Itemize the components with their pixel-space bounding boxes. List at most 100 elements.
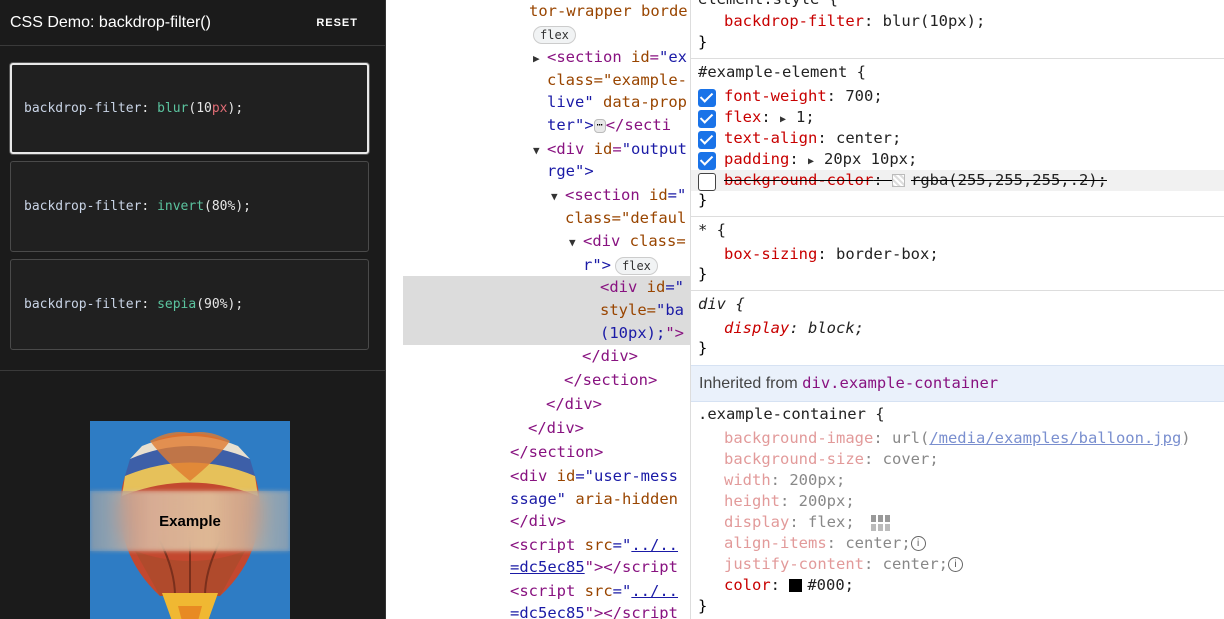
choice-blur[interactable]: backdrop-filter: blur(10 px); [10, 63, 369, 154]
expand-triangle-icon[interactable]: ▶ [780, 109, 796, 130]
inherited-selector-link[interactable]: div.example-container [802, 374, 998, 392]
style-property[interactable]: text-align: center; [724, 128, 901, 149]
property-name[interactable]: background-color [724, 171, 873, 189]
inherited-property[interactable]: width: 200px; [724, 470, 845, 491]
property-name[interactable]: flex [724, 108, 761, 126]
collapse-triangle-icon[interactable]: ▼ [569, 232, 583, 254]
property-name[interactable]: backdrop-filter [724, 12, 864, 30]
tree-line[interactable]: r"> flex [583, 254, 658, 276]
inherited-from-bar: Inherited from div.example-container [691, 365, 1224, 402]
style-property[interactable]: box-sizing: border-box; [724, 244, 939, 265]
rule-close: } [698, 33, 708, 51]
inherited-property[interactable]: height: 200px; [724, 491, 855, 512]
property-value[interactable]: border-box; [836, 245, 939, 263]
property-value[interactable]: 20px 10px; [824, 150, 917, 168]
balloon-image-link[interactable]: /media/examples/balloon.jpg [929, 429, 1181, 447]
tree-tag: </div> [510, 512, 566, 530]
property-checkbox[interactable] [698, 89, 716, 107]
property-name[interactable]: padding [724, 150, 789, 168]
property-checkbox[interactable] [698, 110, 716, 128]
styles-pane: element.style { backdrop-filter: blur(10… [690, 0, 1224, 619]
style-property-disabled[interactable]: background-color: rgba(255,255,255,.2); [724, 170, 1107, 191]
inherited-property[interactable]: background-size: cover; [724, 449, 939, 470]
color-swatch-icon[interactable] [891, 174, 905, 187]
property-value[interactable]: blur(10px); [883, 12, 986, 30]
script-src-link[interactable]: ../.. [631, 582, 678, 600]
property-name[interactable]: font-weight [724, 87, 827, 105]
tree-line-selected[interactable]: style="ba [600, 299, 684, 321]
flexbox-editor-icon[interactable] [870, 514, 892, 532]
choice-sepia[interactable]: backdrop-filter: sepia(90%); [10, 259, 369, 350]
property-checkbox[interactable] [698, 152, 716, 170]
script-src-link[interactable]: =dc5ec85 [510, 558, 585, 576]
rule-selector[interactable]: * { [698, 220, 726, 241]
property-name[interactable]: text-align [724, 129, 817, 147]
tree-line[interactable]: rge"> [547, 160, 594, 182]
tree-line[interactable]: </section> [564, 369, 657, 391]
panel-gap [386, 0, 403, 619]
tree-line[interactable]: =dc5ec85"></script [510, 556, 678, 578]
style-property[interactable]: font-weight: 700; [724, 86, 883, 107]
style-property[interactable]: flex: ▶ 1; [724, 107, 815, 128]
tree-line[interactable]: </section> [510, 441, 603, 463]
tree-line[interactable]: live" data-prop [547, 91, 687, 113]
tree-line[interactable]: ter"> ⋯ </secti [547, 114, 671, 136]
script-src-link[interactable]: =dc5ec85 [510, 604, 585, 619]
tree-line[interactable]: </div> [582, 345, 638, 367]
rule-selector[interactable]: #example-element { [698, 62, 866, 83]
reset-button[interactable]: RESET [316, 17, 358, 29]
choice-invert[interactable]: backdrop-filter: invert(80%); [10, 161, 369, 252]
flex-badge[interactable]: flex [533, 25, 576, 44]
rule-selector[interactable]: .example-container { [698, 404, 885, 425]
tree-val: ="user-mess [575, 467, 678, 485]
inherited-property[interactable]: justify-content: center; i [724, 554, 963, 575]
rule-selector: div { [698, 295, 745, 313]
inherited-property[interactable]: align-items: center; i [724, 533, 926, 554]
flex-badge[interactable]: flex [615, 256, 658, 275]
property-name[interactable]: box-sizing [724, 245, 817, 263]
property-value[interactable]: rgba(255,255,255,.2); [911, 171, 1107, 189]
tree-line[interactable]: class="example- [547, 69, 687, 91]
tree-line[interactable]: ▼ <div id="output [533, 138, 687, 160]
info-icon[interactable]: i [910, 536, 926, 551]
tree-line[interactable]: ▶ <section id="ex [533, 46, 687, 68]
property-checkbox[interactable] [698, 131, 716, 149]
inherited-property[interactable]: color: #000; [724, 575, 854, 596]
property-value[interactable]: 1; [796, 108, 815, 126]
tree-line[interactable]: tor-wrapper borde [529, 0, 688, 22]
style-property[interactable]: padding: ▶ 20px 10px; [724, 149, 917, 170]
expand-triangle-icon[interactable]: ▶ [533, 48, 547, 70]
color-swatch-icon[interactable] [789, 579, 803, 592]
tree-line[interactable]: <script src="../.. [510, 580, 678, 602]
choice-num: 80 [211, 199, 228, 214]
style-property[interactable]: backdrop-filter: blur(10px); [724, 11, 985, 32]
collapse-triangle-icon[interactable]: ▼ [551, 186, 565, 208]
ellipsis-icon[interactable]: ⋯ [593, 118, 606, 133]
property-value[interactable]: 700; [845, 87, 882, 105]
example-text: Example [159, 512, 221, 530]
tree-attr: style= [600, 301, 656, 319]
tree-line[interactable]: </div> [510, 510, 566, 532]
inherited-property[interactable]: display: flex; [724, 512, 892, 533]
collapse-triangle-icon[interactable]: ▼ [533, 140, 547, 162]
property-value[interactable]: center; [836, 129, 901, 147]
tree-line-selected[interactable]: <div id=" [600, 276, 684, 298]
tree-line[interactable]: ▼ <section id=" [551, 184, 686, 206]
tree-line[interactable]: </div> [528, 417, 584, 439]
inherited-property[interactable]: background-image: url(/media/examples/ba… [724, 428, 1191, 449]
choice-prop: backdrop-filter [24, 297, 142, 312]
tree-line[interactable]: class="defaul [565, 207, 686, 229]
tree-line[interactable]: <div id="user-mess [510, 465, 678, 487]
tree-line[interactable]: =dc5ec85"></script [510, 602, 678, 619]
tree-line[interactable]: </div> [546, 393, 602, 415]
tree-tag: "></script [584, 558, 678, 576]
info-icon[interactable]: i [947, 557, 963, 572]
tree-line[interactable]: ssage" aria-hidden [510, 488, 678, 510]
tree-line-selected[interactable]: (10px);"> [600, 322, 684, 344]
property-checkbox[interactable] [698, 173, 716, 191]
tree-val: =" [612, 582, 632, 600]
expand-triangle-icon[interactable]: ▶ [808, 151, 824, 172]
tree-line[interactable]: ▼ <div class= [569, 230, 686, 252]
tree-line[interactable]: <script src="../.. [510, 534, 678, 556]
script-src-link[interactable]: ../.. [631, 536, 678, 554]
